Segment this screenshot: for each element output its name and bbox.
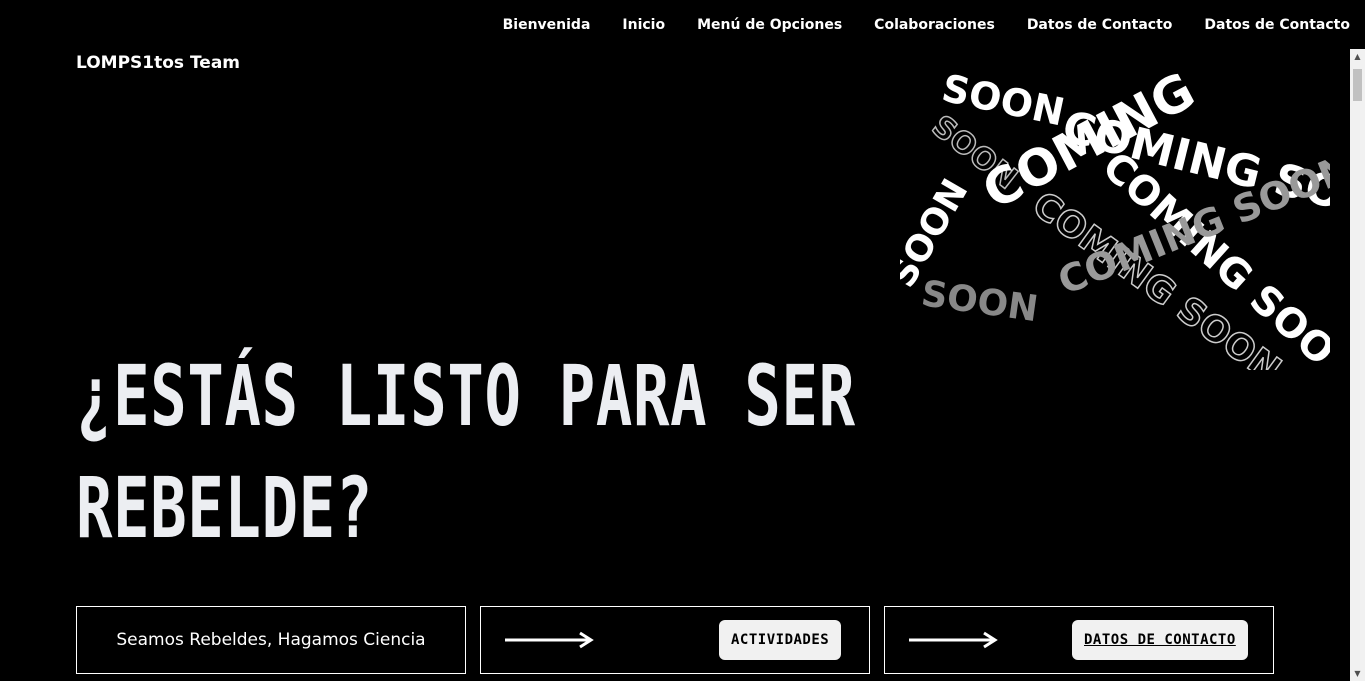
scroll-down-icon[interactable]: ▼ bbox=[1350, 666, 1365, 681]
nav-menu-opciones[interactable]: Menú de Opciones bbox=[697, 17, 842, 33]
arrow-right-icon bbox=[505, 631, 594, 649]
nav-bienvenida[interactable]: Bienvenida bbox=[503, 17, 591, 33]
contact-card: Datos de Contacto bbox=[884, 606, 1274, 674]
nav-colaboraciones[interactable]: Colaboraciones bbox=[874, 17, 995, 33]
activities-button[interactable]: Actividades bbox=[719, 620, 842, 660]
nav-datos-contacto[interactable]: Datos de Contacto bbox=[1027, 17, 1173, 33]
coming-soon-svg: SOON COMING SOON SOON COMING COMING SOO … bbox=[882, 61, 1365, 392]
brand-logo[interactable]: LOMPS1tos Team bbox=[76, 53, 240, 73]
hero-title: ¿Estás listo para ser Rebelde? bbox=[76, 340, 856, 564]
slogan-card: Seamos Rebeldes, Hagamos Ciencia bbox=[76, 606, 466, 674]
hero-line-2: Rebelde? bbox=[76, 459, 374, 557]
scroll-up-icon[interactable]: ▲ bbox=[1350, 49, 1365, 64]
nav-inicio[interactable]: Inicio bbox=[622, 17, 665, 33]
coming-soon-artwork: SOON COMING SOON SOON COMING COMING SOO … bbox=[882, 60, 1365, 392]
cards-row: Seamos Rebeldes, Hagamos Ciencia Activid… bbox=[76, 606, 1274, 674]
top-nav: Bienvenida Inicio Menú de Opciones Colab… bbox=[503, 15, 1350, 35]
slogan-text: Seamos Rebeldes, Hagamos Ciencia bbox=[116, 630, 426, 650]
art-word-9: SOON bbox=[919, 273, 1041, 330]
hero-line-1: ¿Estás listo para ser bbox=[76, 347, 856, 445]
vertical-scrollbar[interactable]: ▲ ▼ bbox=[1350, 49, 1365, 681]
contact-button[interactable]: Datos de Contacto bbox=[1072, 620, 1248, 660]
scroll-thumb[interactable] bbox=[1353, 69, 1362, 101]
activities-card: Actividades bbox=[480, 606, 870, 674]
nav-datos-contacto-2[interactable]: Datos de Contacto bbox=[1204, 17, 1350, 33]
arrow-right-icon bbox=[909, 631, 998, 649]
